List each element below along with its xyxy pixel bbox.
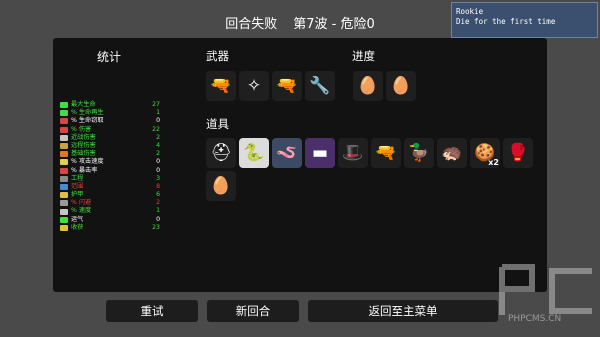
stat-label: 收获: [71, 223, 84, 231]
egg-icon[interactable]: 🥚: [386, 71, 416, 101]
stat-label: % 暴击率: [71, 166, 98, 174]
stat-value: 2: [156, 133, 160, 141]
gun-icon[interactable]: 🔫: [371, 138, 401, 168]
watermark-logo: [499, 264, 592, 315]
stat-label: 工程: [71, 174, 84, 182]
wrench-icon[interactable]: 🔧: [305, 71, 335, 101]
shotgun-icon[interactable]: 🔫: [272, 71, 302, 101]
stat-value: 23: [152, 223, 160, 231]
stat-label: 远程伤害: [71, 141, 96, 149]
danger-level: 危险0: [340, 17, 375, 32]
stat-label: % 伤害: [71, 125, 92, 133]
engineering-icon: [60, 175, 68, 182]
item-quantity: x2: [488, 158, 499, 167]
progress-heading: 进度: [352, 49, 375, 63]
crossbow-icon[interactable]: ✧: [239, 71, 269, 101]
stat-value: 27: [152, 101, 160, 108]
stat-row: % 伤害 22: [60, 126, 160, 134]
glove-icon[interactable]: 🥊: [503, 138, 533, 168]
stat-value: 8: [156, 182, 160, 190]
ranged-icon: [60, 143, 68, 150]
helmet-icon[interactable]: ⛑: [206, 138, 236, 168]
snake-icon[interactable]: 🐍: [239, 138, 269, 168]
stat-row: % 攻击速度 0: [60, 158, 160, 166]
stat-value: 0: [156, 117, 160, 125]
worm-icon[interactable]: 🪱: [272, 138, 302, 168]
stat-row: % 速度 1: [60, 207, 160, 215]
duck-icon[interactable]: 🦆: [404, 138, 434, 168]
regen-icon: [60, 110, 68, 117]
main-menu-button[interactable]: 返回至主菜单: [308, 300, 498, 322]
stat-value: 2: [156, 199, 160, 207]
dodge-icon: [60, 200, 68, 207]
stat-row: 近战伤害 2: [60, 134, 160, 142]
stat-value: 0: [156, 158, 160, 166]
stat-label: % 攻击速度: [71, 158, 104, 166]
luck-icon: [60, 216, 68, 223]
melee-icon: [60, 134, 68, 141]
stat-value: 2: [156, 150, 160, 158]
stat-row: 工程 3: [60, 175, 160, 183]
new-run-button[interactable]: 新回合: [207, 300, 299, 322]
stat-value: 1: [156, 109, 160, 117]
stat-row: 范围 8: [60, 183, 160, 191]
stat-label: 运气: [71, 215, 84, 223]
stat-value: 0: [156, 166, 160, 174]
stat-value: 3: [156, 174, 160, 182]
run-status: 回合失败: [225, 17, 278, 32]
shotgun-icon[interactable]: 🔫: [206, 71, 236, 101]
stat-label: % 速度: [71, 207, 92, 215]
stat-value: 4: [156, 141, 160, 149]
hedgehog-icon[interactable]: 🦔: [437, 138, 467, 168]
stat-row: 运气 0: [60, 216, 160, 224]
harvest-icon: [60, 224, 68, 231]
hat-icon[interactable]: 🎩: [338, 138, 368, 168]
stats-heading: 统计: [97, 50, 122, 64]
egg-icon[interactable]: 🥚: [206, 171, 236, 201]
stat-row: 最大生命 27: [60, 101, 160, 109]
stat-value: 0: [156, 215, 160, 223]
stat-row: 收获 23: [60, 224, 160, 232]
stats-list: 最大生命 27% 生命再生 1% 生命窃取 0% 伤害 22 近战伤害 2 远程伤害 4 基础伤害…: [60, 101, 160, 232]
stat-row: % 生命窃取 0: [60, 117, 160, 125]
stat-value: 6: [156, 191, 160, 199]
egg-icon[interactable]: 🥚: [353, 71, 383, 101]
elemental-icon: [60, 151, 68, 158]
speed-icon: [60, 208, 68, 215]
armor-icon: [60, 192, 68, 199]
crit-icon: [60, 167, 68, 174]
stat-value: 22: [152, 125, 160, 133]
achievement-title: Rookie: [456, 7, 484, 16]
cookie-icon[interactable]: 🍪 x2: [470, 138, 500, 168]
stat-label: % 生命窃取: [71, 117, 104, 125]
attack-speed-icon: [60, 159, 68, 166]
items-heading: 道具: [206, 117, 229, 131]
range-icon: [60, 183, 68, 190]
heart-icon: [60, 102, 68, 109]
wave-number: 第7波: [293, 17, 328, 32]
stat-label: 范围: [71, 182, 84, 190]
stat-row: % 暴击率 0: [60, 167, 160, 175]
stat-row: 远程伤害 4: [60, 142, 160, 150]
watermark-text: PHPCMS.CN: [508, 314, 562, 324]
achievement-description: Die for the first time: [456, 17, 556, 26]
title-separator: -: [331, 17, 337, 32]
achievement-toast: Rookie Die for the first time: [451, 2, 598, 38]
stat-value: 1: [156, 207, 160, 215]
damage-icon: [60, 126, 68, 133]
turret-icon[interactable]: ▬: [305, 138, 335, 168]
stat-label: 最大生命: [71, 101, 96, 108]
lifesteal-icon: [60, 118, 68, 125]
weapons-heading: 武器: [206, 49, 229, 63]
stat-label: 近战伤害: [71, 133, 96, 141]
retry-button[interactable]: 重试: [106, 300, 198, 322]
